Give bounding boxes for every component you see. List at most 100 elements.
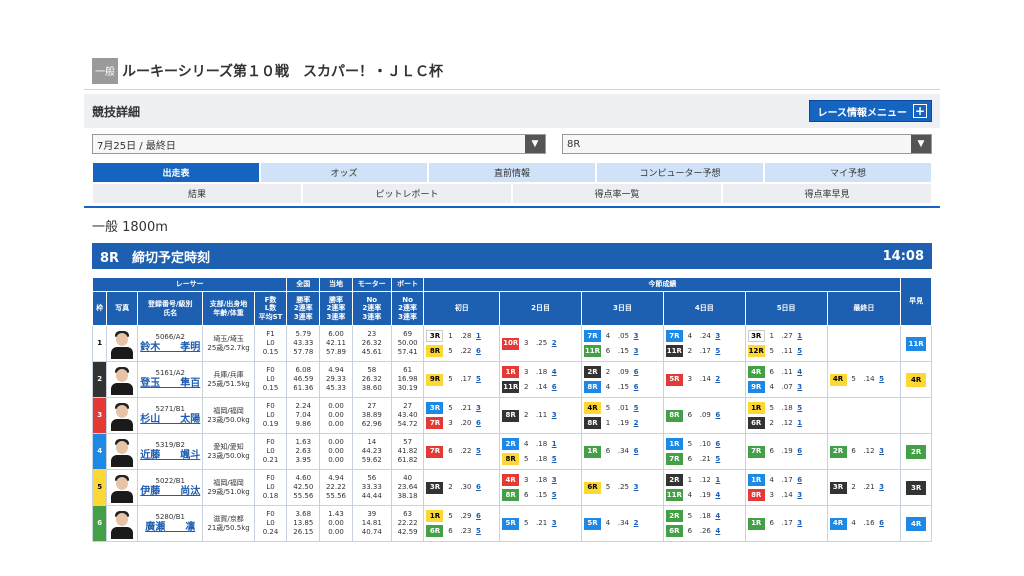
race-number-badge[interactable]: 8R xyxy=(426,345,444,357)
race-number-badge[interactable]: 1R xyxy=(584,445,602,458)
race-number-badge[interactable]: 2R xyxy=(665,510,683,522)
race-number-badge[interactable]: 6R xyxy=(665,525,683,537)
finish-order-link[interactable]: 5 xyxy=(632,404,640,413)
finish-order-link[interactable]: 6 xyxy=(632,447,640,456)
finish-order-link[interactable]: 6 xyxy=(474,419,482,428)
finish-order-link[interactable]: 5 xyxy=(474,447,482,456)
race-number-badge[interactable]: 9R xyxy=(426,373,444,386)
racer-name-link[interactable]: 近藤 颯斗 xyxy=(138,450,202,463)
tab-pre-race-info[interactable]: 直前情報 xyxy=(428,162,596,183)
race-number-badge[interactable]: 3R xyxy=(426,481,444,494)
finish-order-link[interactable]: 3 xyxy=(474,404,482,413)
race-number-badge[interactable]: 8R xyxy=(584,381,602,393)
finish-order-link[interactable]: 3 xyxy=(796,519,804,528)
race-number-badge[interactable]: 4R xyxy=(502,474,520,486)
racer-name-link[interactable]: 鈴木 孝明 xyxy=(138,342,202,355)
race-number-badge[interactable]: 1R xyxy=(426,510,444,522)
racer-name-link[interactable]: 伊藤 尚汰 xyxy=(138,486,202,499)
finish-order-link[interactable]: 1 xyxy=(796,419,804,428)
finish-order-link[interactable]: 3 xyxy=(550,519,558,528)
race-number-badge[interactable]: 11R xyxy=(665,489,683,501)
race-number-badge[interactable]: 8R xyxy=(502,453,520,465)
race-number-badge[interactable]: 5R xyxy=(502,517,520,530)
hayami-badge[interactable]: 3R xyxy=(906,480,927,495)
finish-order-link[interactable]: 6 xyxy=(796,476,804,485)
race-number-badge[interactable]: 1R xyxy=(502,366,520,378)
finish-order-link[interactable]: 6 xyxy=(474,347,482,356)
race-number-badge[interactable]: 10R xyxy=(502,337,520,350)
race-number-badge[interactable]: 8R xyxy=(584,417,602,429)
tab-score-list[interactable]: 得点率一覧 xyxy=(512,183,722,204)
finish-order-link[interactable]: 5 xyxy=(714,455,722,464)
race-number-badge[interactable]: 8R xyxy=(502,489,520,501)
finish-order-link[interactable]: 6 xyxy=(632,383,640,392)
finish-order-link[interactable]: 5 xyxy=(796,404,804,413)
race-number-badge[interactable]: 2R xyxy=(502,438,520,450)
finish-order-link[interactable]: 3 xyxy=(632,347,640,356)
race-number-badge[interactable]: 8R xyxy=(747,489,765,501)
race-number-badge[interactable]: 7R xyxy=(747,445,765,458)
finish-order-link[interactable]: 4 xyxy=(796,368,804,377)
finish-order-link[interactable]: 3 xyxy=(796,383,804,392)
finish-order-link[interactable]: 6 xyxy=(474,512,482,521)
race-number-badge[interactable]: 7R xyxy=(426,445,444,458)
race-number-badge[interactable]: 8R xyxy=(665,409,683,422)
racer-name-link[interactable]: 杉山 太陽 xyxy=(138,414,202,427)
finish-order-link[interactable]: 3 xyxy=(550,411,558,420)
finish-order-link[interactable]: 4 xyxy=(550,368,558,377)
day-select[interactable]: 7月25日 / 最終日 ▼ xyxy=(92,134,546,154)
hayami-badge[interactable]: 2R xyxy=(906,444,927,459)
tab-pit-report[interactable]: ピットレポート xyxy=(302,183,512,204)
racer-name-link[interactable]: 登玉 隼百 xyxy=(138,378,202,391)
hayami-badge[interactable]: 11R xyxy=(906,336,927,351)
race-number-badge[interactable]: 11R xyxy=(584,345,602,357)
race-number-badge[interactable]: 1R xyxy=(747,474,765,486)
finish-order-link[interactable]: 4 xyxy=(714,527,722,536)
finish-order-link[interactable]: 5 xyxy=(474,375,482,384)
hayami-badge[interactable]: 4R xyxy=(906,516,927,531)
race-number-badge[interactable]: 6R xyxy=(584,481,602,494)
finish-order-link[interactable]: 3 xyxy=(878,447,886,456)
finish-order-link[interactable]: 5 xyxy=(474,527,482,536)
finish-order-link[interactable]: 3 xyxy=(878,483,886,492)
finish-order-link[interactable]: 6 xyxy=(878,519,886,528)
finish-order-link[interactable]: 5 xyxy=(714,347,722,356)
race-number-badge[interactable]: 11R xyxy=(665,345,683,357)
race-number-badge[interactable]: 1R xyxy=(747,517,765,530)
finish-order-link[interactable]: 2 xyxy=(632,419,640,428)
race-number-badge[interactable]: 5R xyxy=(665,373,683,386)
finish-order-link[interactable]: 2 xyxy=(714,375,722,384)
finish-order-link[interactable]: 3 xyxy=(632,332,640,341)
finish-order-link[interactable]: 2 xyxy=(632,519,640,528)
race-number-badge[interactable]: 6R xyxy=(747,417,765,429)
race-number-badge[interactable]: 3R xyxy=(426,402,444,414)
race-number-badge[interactable]: 4R xyxy=(829,517,847,530)
finish-order-link[interactable]: 5 xyxy=(796,347,804,356)
race-number-badge[interactable]: 11R xyxy=(502,381,520,393)
race-number-badge[interactable]: 5R xyxy=(584,517,602,530)
hayami-badge[interactable]: 4R xyxy=(906,372,927,387)
race-number-badge[interactable]: 8R xyxy=(502,409,520,422)
finish-order-link[interactable]: 6 xyxy=(714,440,722,449)
race-number-badge[interactable]: 7R xyxy=(584,330,602,342)
finish-order-link[interactable]: 3 xyxy=(550,476,558,485)
finish-order-link[interactable]: 4 xyxy=(714,512,722,521)
tab-computer-prediction[interactable]: コンピューター予想 xyxy=(596,162,764,183)
finish-order-link[interactable]: 3 xyxy=(796,491,804,500)
race-number-badge[interactable]: 6R xyxy=(426,525,444,537)
race-number-badge[interactable]: 4R xyxy=(829,373,847,386)
finish-order-link[interactable]: 3 xyxy=(632,483,640,492)
race-number-badge[interactable]: 3R xyxy=(426,330,444,342)
finish-order-link[interactable]: 2 xyxy=(550,339,558,348)
finish-order-link[interactable]: 5 xyxy=(550,455,558,464)
finish-order-link[interactable]: 1 xyxy=(474,332,482,341)
race-number-badge[interactable]: 3R xyxy=(747,330,765,342)
finish-order-link[interactable]: 1 xyxy=(796,332,804,341)
race-number-badge[interactable]: 7R xyxy=(665,453,683,465)
race-number-badge[interactable]: 2R xyxy=(829,445,847,458)
race-number-badge[interactable]: 2R xyxy=(584,366,602,378)
race-number-badge[interactable]: 1R xyxy=(665,438,683,450)
finish-order-link[interactable]: 5 xyxy=(550,491,558,500)
finish-order-link[interactable]: 1 xyxy=(714,476,722,485)
race-number-badge[interactable]: 4R xyxy=(747,366,765,378)
